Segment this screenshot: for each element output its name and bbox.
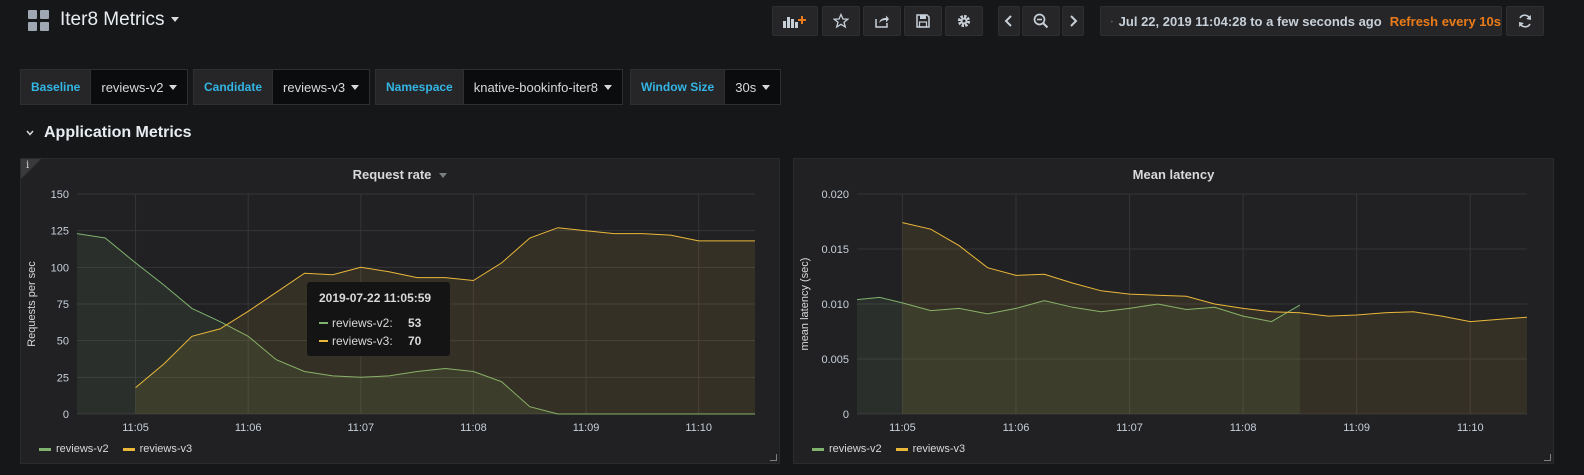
- variable-label: Candidate: [193, 69, 274, 105]
- mean-latency-chart: 0 0.005 0.010 0.015 0.020 11:05 11:06 11:07 11:0…: [799, 189, 1528, 434]
- variable-label: Baseline: [20, 69, 92, 105]
- y-tick-label: 100: [51, 262, 69, 274]
- chevron-right-icon: [1070, 15, 1078, 27]
- y-axis-label: mean latency (sec): [799, 258, 811, 351]
- tooltip-time: 2019-07-22 11:05:59: [319, 291, 432, 305]
- chart-legend: reviews-v2 reviews-v3: [812, 443, 979, 455]
- y-tick-label: 0: [843, 409, 849, 421]
- zoom-out-button[interactable]: [1022, 6, 1060, 36]
- legend-item-reviews-v3[interactable]: reviews-v3: [122, 443, 192, 455]
- variable-namespace: Namespace knative-bookinfo-iter8: [375, 69, 624, 105]
- candidate-dropdown[interactable]: reviews-v3: [273, 69, 371, 105]
- star-button[interactable]: [822, 6, 860, 36]
- y-axis-label: Requests per sec: [26, 261, 38, 347]
- tooltip-swatch: [319, 340, 328, 342]
- variable-label: Namespace: [375, 69, 464, 105]
- y-tick-label: 75: [57, 299, 69, 311]
- y-tick-label: 0: [63, 409, 69, 421]
- panel-mean-latency: 0 0.005 0.010 0.015 0.020 11:05 11:06 11:07 11:0…: [793, 158, 1554, 464]
- graph-tooltip: 2019-07-22 11:05:59 reviews-v2: 53 review…: [307, 282, 450, 356]
- share-icon: [875, 15, 889, 28]
- top-bar: Iter8 Metrics Jul 22, 2019 11:04:28 to a…: [0, 0, 1584, 44]
- star-icon: [833, 13, 849, 29]
- legend-swatch: [895, 447, 908, 451]
- x-tick-label: 11:10: [1457, 422, 1484, 434]
- add-panel-button[interactable]: [772, 6, 818, 36]
- gear-icon: [957, 14, 971, 28]
- refresh-button[interactable]: [1506, 6, 1544, 36]
- settings-button[interactable]: [945, 6, 983, 36]
- x-tick-label: 11:07: [1116, 422, 1143, 434]
- x-tick-label: 11:08: [1230, 422, 1257, 434]
- legend-swatch: [122, 447, 135, 451]
- tooltip-row: reviews-v2: 53: [319, 314, 438, 332]
- legend-item-reviews-v3[interactable]: reviews-v3: [895, 443, 965, 455]
- legend-item-reviews-v2[interactable]: reviews-v2: [39, 443, 109, 455]
- share-button[interactable]: [863, 6, 901, 36]
- variable-label: Window Size: [630, 69, 726, 105]
- refresh-icon: [1519, 14, 1531, 28]
- chevron-down-icon: [351, 84, 360, 90]
- chevron-down-icon: [604, 84, 613, 90]
- chevron-left-icon: [1004, 15, 1012, 27]
- panel-title[interactable]: Request rate: [21, 167, 779, 182]
- resize-handle[interactable]: [1544, 454, 1551, 461]
- y-tick-label: 0.015: [821, 244, 849, 256]
- x-tick-label: 11:05: [122, 422, 149, 434]
- series-area-reviews-v3: [902, 222, 1527, 414]
- legend-swatch: [39, 447, 51, 451]
- chevron-down-icon: [439, 173, 448, 179]
- add-panel-icon: [783, 16, 806, 28]
- y-tick-label: 0.010: [821, 299, 849, 311]
- x-tick-label: 11:07: [347, 422, 374, 434]
- namespace-dropdown[interactable]: knative-bookinfo-iter8: [463, 69, 624, 105]
- save-dashboard-button[interactable]: [904, 6, 942, 36]
- row-application-metrics[interactable]: Application Metrics: [26, 124, 192, 142]
- x-tick-label: 11:09: [573, 422, 600, 434]
- x-tick-label: 11:06: [1003, 422, 1030, 434]
- y-tick-label: 0.020: [821, 189, 849, 201]
- zoom-out-icon: [1033, 13, 1049, 29]
- panel-title[interactable]: Mean latency: [794, 167, 1553, 182]
- window-size-dropdown[interactable]: 30s: [725, 69, 782, 105]
- baseline-dropdown[interactable]: reviews-v2: [91, 69, 189, 105]
- y-tick-label: 125: [51, 226, 69, 238]
- time-back-button[interactable]: [998, 6, 1020, 36]
- x-tick-label: 11:08: [460, 422, 487, 434]
- refresh-interval[interactable]: Refresh every 10s: [1390, 14, 1501, 29]
- tooltip-swatch: [319, 322, 328, 324]
- time-range-text: Jul 22, 2019 11:04:28 to a few seconds a…: [1118, 13, 1382, 29]
- save-icon: [916, 14, 930, 28]
- variable-baseline: Baseline reviews-v2: [20, 69, 189, 105]
- legend-swatch: [812, 447, 824, 451]
- time-forward-button[interactable]: [1062, 6, 1084, 36]
- x-tick-label: 11:05: [889, 422, 916, 434]
- x-tick-label: 11:09: [1343, 422, 1370, 434]
- y-tick-label: 0.005: [821, 354, 849, 366]
- chevron-down-icon: [169, 84, 178, 90]
- chevron-down-icon: [762, 84, 771, 90]
- y-tick-label: 50: [57, 336, 69, 348]
- y-tick-label: 150: [51, 189, 69, 201]
- x-tick-label: 11:06: [235, 422, 262, 434]
- dashboards-grid-icon[interactable]: [28, 10, 50, 32]
- variable-window-size: Window Size 30s: [630, 69, 782, 105]
- chart-legend: reviews-v2 reviews-v3: [39, 443, 206, 455]
- time-range-picker[interactable]: Jul 22, 2019 11:04:28 to a few seconds a…: [1100, 6, 1502, 36]
- chevron-down-icon: [170, 17, 179, 23]
- dashboard-title[interactable]: Iter8 Metrics: [60, 9, 179, 31]
- y-tick-label: 25: [57, 372, 69, 384]
- variable-candidate: Candidate reviews-v3: [193, 69, 371, 105]
- x-tick-label: 11:10: [685, 422, 712, 434]
- chevron-down-icon: [26, 130, 34, 136]
- tooltip-row: reviews-v3: 70: [319, 332, 438, 350]
- legend-item-reviews-v2[interactable]: reviews-v2: [812, 443, 882, 455]
- resize-handle[interactable]: [770, 454, 777, 461]
- clock-icon: [1111, 20, 1113, 22]
